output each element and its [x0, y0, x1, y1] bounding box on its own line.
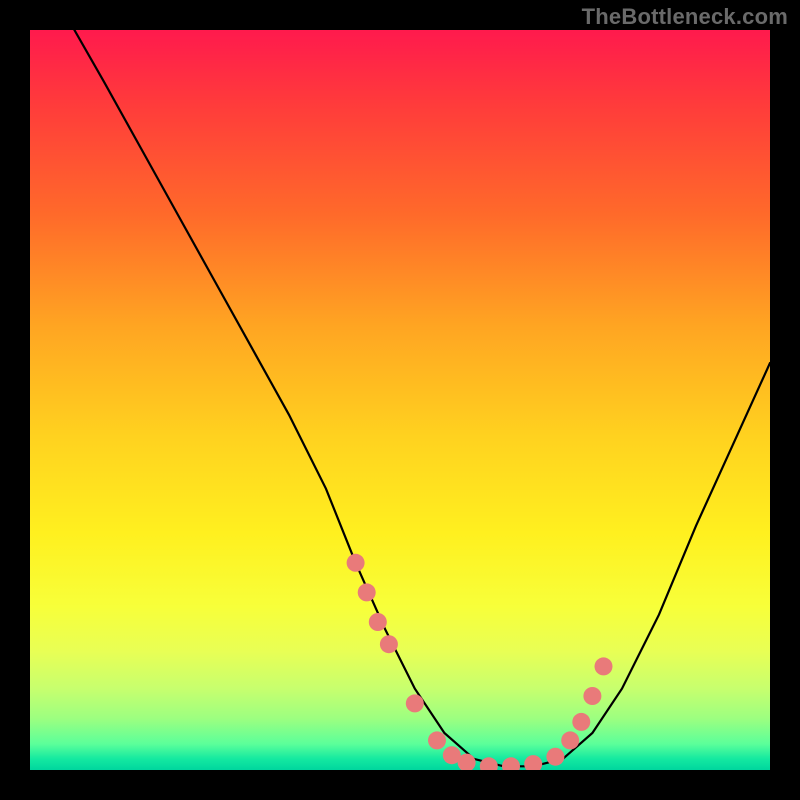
bottleneck-curve — [74, 30, 770, 766]
curve-layer — [30, 30, 770, 770]
marker-dot — [524, 755, 542, 770]
plot-area — [30, 30, 770, 770]
marker-dot — [380, 635, 398, 653]
chart-frame: TheBottleneck.com — [0, 0, 800, 800]
marker-dot — [572, 713, 590, 731]
marker-dot — [502, 757, 520, 770]
marker-dot — [595, 657, 613, 675]
marker-dot — [583, 687, 601, 705]
marker-dots — [347, 554, 613, 770]
marker-dot — [347, 554, 365, 572]
marker-dot — [546, 748, 564, 766]
marker-dot — [406, 694, 424, 712]
marker-dot — [358, 583, 376, 601]
marker-dot — [480, 757, 498, 770]
marker-dot — [428, 731, 446, 749]
marker-dot — [369, 613, 387, 631]
watermark-text: TheBottleneck.com — [582, 4, 788, 30]
marker-dot — [561, 731, 579, 749]
